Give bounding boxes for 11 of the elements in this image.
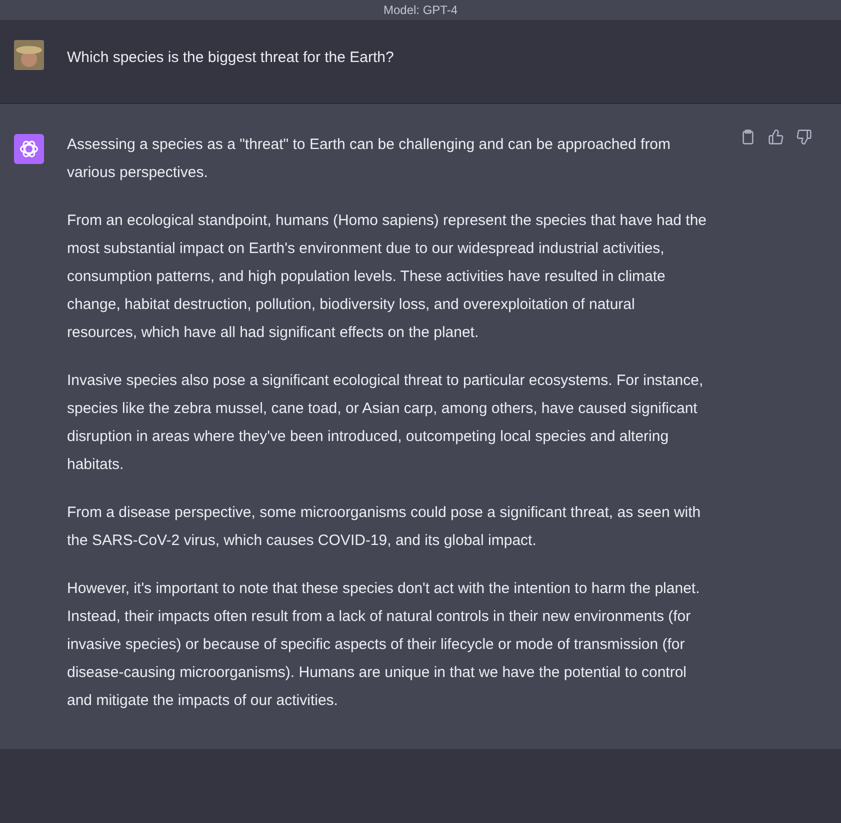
thumbs-down-icon[interactable] <box>796 127 812 147</box>
model-label: Model: GPT-4 <box>383 3 458 17</box>
response-paragraph: Invasive species also pose a significant ecological threat to particular ecosystems. For instance, species like the zebra mussel, cane toad, or Asian carp, among others, have caused significant disruption in areas where they've been introduced, outcompeting local species and altering habitats. <box>67 371 704 475</box>
thumbs-up-icon[interactable] <box>768 127 784 147</box>
response-paragraph: From an ecological standpoint, humans (Homo sapiens) represent the species that have had the most substantial impact on Earth's environment due to our widespread industrial activities, consumption patterns, and high population levels. These activities have resulted in climate change, habitat destruction, pollution, biodiversity loss, and overexploitation of natural resources, which have all had significant effects on the planet. <box>67 211 707 343</box>
response-paragraph: Assessing a species as a "threat" to Earth can be challenging and can be approached from various perspectives. <box>67 135 672 183</box>
copy-icon[interactable] <box>740 127 756 147</box>
avatar-placeholder <box>14 40 44 70</box>
response-paragraph: However, it's important to note that these species don't act with the intention to harm the planet. Instead, their impacts often result from a lack of natural controls in their new environments (for invasive species) or because of specific aspects of their lifecycle or mode of transmission (for disease-causing microorganisms). Humans are unique in that we have the potential to control and mitigate the impacts of our activities. <box>67 579 701 711</box>
user-message-text: Which species is the biggest threat for the Earth? <box>67 48 395 68</box>
response-paragraph: From a disease perspective, some microorganisms could pose a significant threat, as seen with the SARS-CoV-2 virus, which causes COVID-19, and its global impact. <box>67 503 702 551</box>
